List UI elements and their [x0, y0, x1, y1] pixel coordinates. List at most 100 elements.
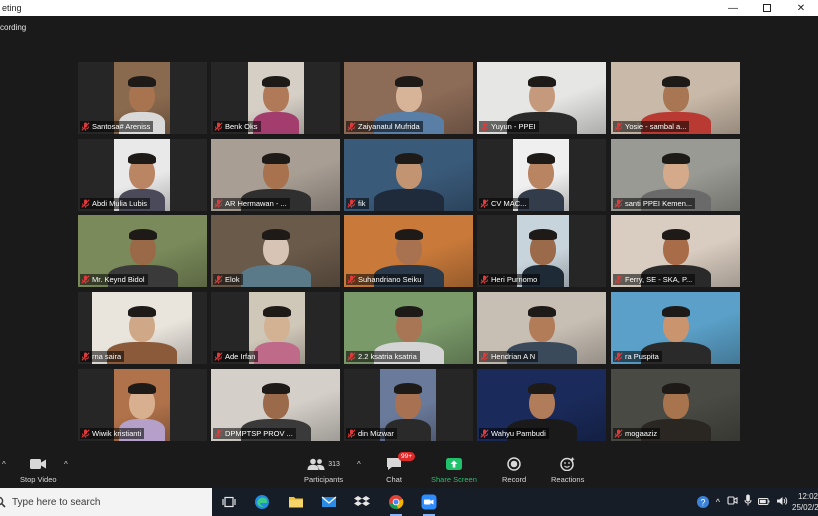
participant-hair — [661, 76, 690, 87]
edge-icon — [255, 495, 269, 509]
participant-hair — [261, 153, 290, 164]
participant-name-bar: Suhandriano Seiku — [346, 274, 425, 285]
participant-tile[interactable]: Santosa# Areniss — [78, 62, 207, 134]
muted-mic-icon — [480, 429, 489, 438]
muted-mic-icon — [214, 429, 223, 438]
participant-body — [373, 189, 444, 211]
audio-options-chevron-icon[interactable]: ^ — [2, 460, 6, 469]
participant-tile[interactable]: Ferry, SE - SKA, P... — [611, 215, 740, 287]
share-screen-icon — [445, 458, 462, 470]
edge-browser-button[interactable] — [253, 493, 271, 511]
participant-tile[interactable]: DPMPTSP PROV ... — [211, 369, 340, 441]
file-explorer-button[interactable] — [287, 493, 305, 511]
chrome-button[interactable] — [387, 493, 405, 516]
participant-tile[interactable]: Wahyu Pambudi — [477, 369, 606, 441]
stop-video-label: Stop Video — [20, 475, 57, 484]
meet-now-icon[interactable] — [727, 493, 738, 511]
participant-name: Wahyu Pambudi — [491, 429, 546, 438]
participant-name: Ade Irfan — [225, 352, 256, 361]
participant-tile[interactable]: AR Hermawan - ... — [211, 139, 340, 211]
stop-video-button[interactable]: Stop Video — [20, 456, 57, 484]
participant-name-bar: Wahyu Pambudi — [479, 428, 549, 439]
participant-tile[interactable]: santi PPEI Kemen... — [611, 139, 740, 211]
record-button[interactable]: Record — [502, 456, 526, 484]
participant-tile[interactable]: din Mizwar — [344, 369, 473, 441]
participant-tile[interactable]: mogaaziz — [611, 369, 740, 441]
muted-mic-icon — [214, 275, 223, 284]
meeting-toolbar: ^ Stop Video ^ 313 Participants ^ 99+ Ch… — [0, 448, 818, 488]
muted-mic-icon — [614, 429, 623, 438]
participant-tile[interactable]: 2.2 ksatria ksatria — [344, 292, 473, 364]
participant-tile[interactable]: Yosie - sambal a... — [611, 62, 740, 134]
participant-hair — [261, 383, 290, 394]
participant-name: Zaiyanatul Mufrida — [358, 122, 420, 131]
zoom-app-button[interactable] — [420, 493, 438, 516]
participant-hair — [394, 383, 422, 394]
dropbox-button[interactable] — [353, 493, 371, 511]
participant-name: Mr. Keynd Bidol — [92, 275, 145, 284]
participants-icon — [307, 458, 325, 470]
participant-name-bar: Ferry, SE - SKA, P... — [613, 274, 696, 285]
participant-name: Wiwik kristianti — [92, 429, 142, 438]
system-tray: ? ^ 12:02 25/02/2 — [695, 488, 818, 516]
participant-hair — [394, 229, 423, 240]
volume-icon[interactable] — [776, 493, 788, 511]
participant-tile[interactable]: Elok — [211, 215, 340, 287]
participant-hair — [128, 76, 156, 87]
participant-hair — [527, 306, 556, 317]
participant-tile[interactable]: CV MAC... — [477, 139, 606, 211]
share-screen-button[interactable]: Share Screen — [431, 456, 477, 484]
muted-mic-icon — [347, 275, 356, 284]
participant-tile[interactable]: Ade Irfan — [211, 292, 340, 364]
participant-tile[interactable]: Wiwik kristianti — [78, 369, 207, 441]
participant-hair — [527, 76, 556, 87]
clock-time: 12:02 — [797, 492, 818, 501]
maximize-button[interactable] — [750, 0, 784, 16]
close-button[interactable]: ✕ — [784, 0, 818, 16]
participant-tile[interactable]: Heri Purnomo — [477, 215, 606, 287]
help-icon[interactable]: ? — [695, 493, 711, 511]
participants-options-chevron-icon[interactable]: ^ — [357, 460, 361, 469]
participant-name-bar: CV MAC... — [479, 198, 530, 209]
battery-icon[interactable] — [758, 493, 770, 511]
taskbar-clock[interactable]: 12:02 25/02/2 — [792, 491, 818, 513]
microphone-icon[interactable] — [744, 493, 752, 511]
participant-hair — [128, 306, 156, 317]
task-view-button[interactable] — [220, 493, 238, 511]
participant-tile[interactable]: Benk Oks — [211, 62, 340, 134]
participant-tile[interactable]: Suhandriano Seiku — [344, 215, 473, 287]
chat-button[interactable]: 99+ Chat — [386, 452, 416, 484]
participants-button[interactable]: 313 Participants — [304, 456, 343, 484]
reactions-button[interactable]: Reactions — [551, 456, 584, 484]
maximize-icon — [763, 4, 771, 12]
participant-tile[interactable]: Yuyun - PPEI — [477, 62, 606, 134]
chat-label: Chat — [386, 475, 402, 484]
minimize-button[interactable]: — — [716, 0, 750, 16]
clock-date: 25/02/2 — [792, 503, 818, 512]
participant-name-bar: Santosa# Areniss — [80, 121, 154, 132]
muted-mic-icon — [347, 429, 356, 438]
participant-tile[interactable]: Hendrian A N — [477, 292, 606, 364]
participant-tile[interactable]: Mr. Keynd Bidol — [78, 215, 207, 287]
mail-button[interactable] — [320, 493, 338, 511]
folder-icon — [289, 497, 303, 508]
participant-tile[interactable]: fik — [344, 139, 473, 211]
windows-taskbar: Type here to search ? ^ 12:02 25/02/2 — [0, 488, 818, 516]
participant-name-bar: DPMPTSP PROV ... — [213, 428, 296, 439]
muted-mic-icon — [347, 352, 356, 361]
participant-body — [254, 342, 300, 364]
participant-tile[interactable]: ra Puspita — [611, 292, 740, 364]
mail-icon — [321, 496, 337, 507]
participant-tile[interactable]: rna saira — [78, 292, 207, 364]
muted-mic-icon — [480, 199, 489, 208]
participant-name: 2.2 ksatria ksatria — [358, 352, 417, 361]
smiley-icon — [560, 457, 575, 471]
participant-hair — [262, 76, 290, 87]
taskbar-search-box[interactable]: Type here to search — [0, 488, 212, 516]
participant-tile[interactable]: Abdi Mulia Lubis — [78, 139, 207, 211]
participant-hair — [527, 153, 555, 164]
participant-name-bar: Elok — [213, 274, 243, 285]
show-hidden-icons-chevron-icon[interactable]: ^ — [716, 497, 720, 507]
video-options-chevron-icon[interactable]: ^ — [64, 460, 68, 469]
participant-tile[interactable]: Zaiyanatul Mufrida — [344, 62, 473, 134]
